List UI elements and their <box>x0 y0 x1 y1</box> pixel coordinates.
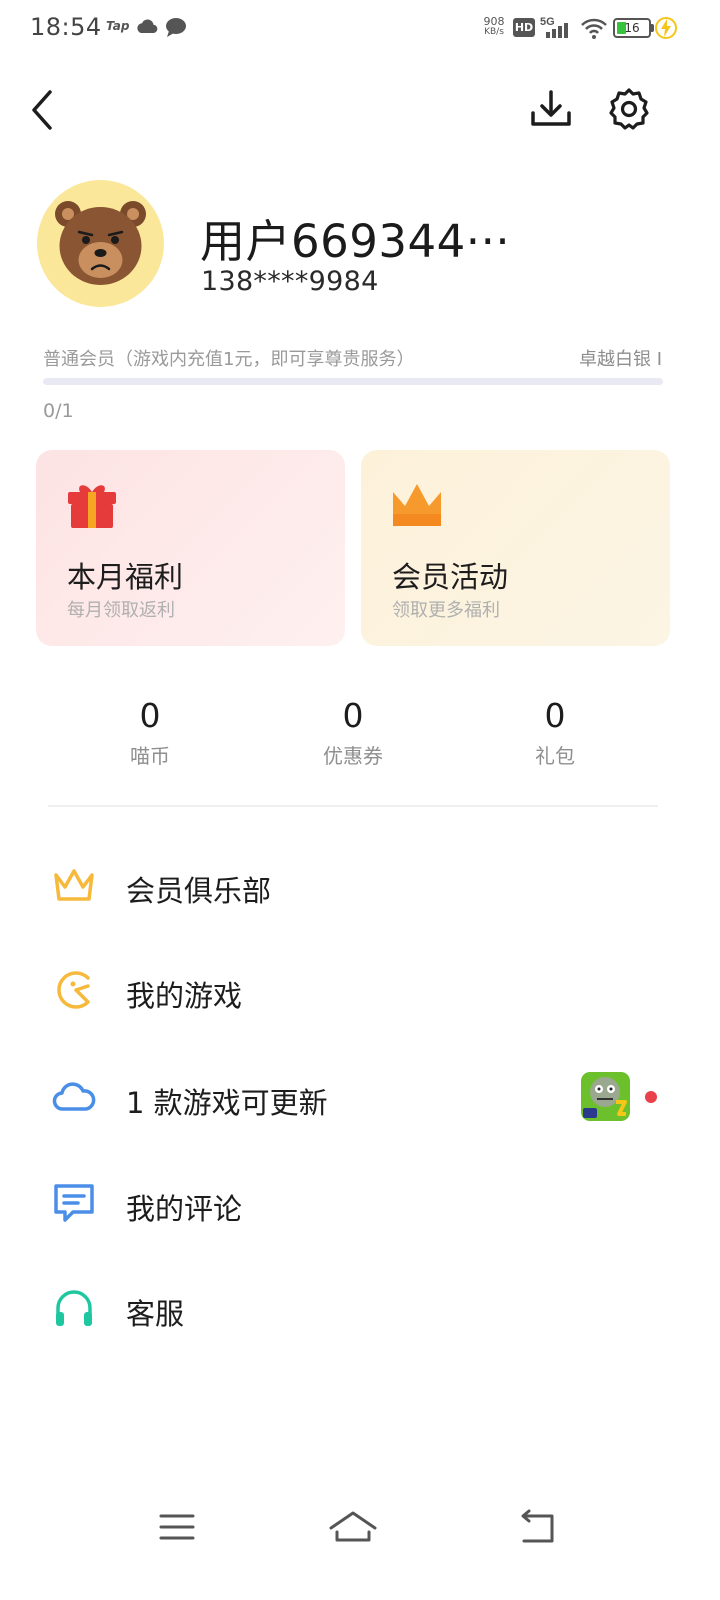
membership-progress-bar <box>43 378 663 385</box>
activity-card-subtitle: 领取更多福利 <box>392 600 500 621</box>
next-level-label: 卓越白银 I <box>578 349 662 370</box>
bear-avatar-icon <box>55 201 146 285</box>
game-update-thumbnail <box>581 1072 630 1121</box>
member-activity-card[interactable]: 会员活动 领取更多福利 <box>361 450 670 646</box>
message-notification-icon <box>166 18 186 37</box>
download-button[interactable] <box>528 86 574 132</box>
wifi-icon <box>581 18 607 39</box>
signal-icon: 5G <box>540 16 568 38</box>
cloud-icon <box>52 1082 96 1111</box>
nav-home-button[interactable] <box>326 1503 380 1551</box>
tap-icon: Tap <box>106 19 130 33</box>
comment-icon <box>54 1184 94 1222</box>
back-button[interactable] <box>22 86 62 134</box>
crown-icon <box>393 484 441 526</box>
avatar[interactable] <box>37 180 164 307</box>
menu-item-my-comments[interactable]: 我的评论 <box>0 1163 720 1243</box>
stat-label: 喵币 <box>130 744 170 768</box>
nav-back-button[interactable] <box>512 1503 566 1551</box>
stat-value: 0 <box>544 696 566 735</box>
nav-menu-button[interactable] <box>150 1503 204 1551</box>
status-time: 18:54 <box>30 13 102 41</box>
network-speed-value: 908 <box>483 15 505 28</box>
stat-label: 礼包 <box>535 744 575 768</box>
menu-label: 1 款游戏可更新 <box>126 1086 328 1120</box>
crown-outline-icon <box>54 869 94 901</box>
menu-label: 我的评论 <box>126 1192 243 1226</box>
network-speed: 908 KB/s <box>480 16 508 38</box>
menu-item-my-games[interactable]: 我的游戏 <box>0 950 720 1030</box>
zombie-game-icon <box>581 1072 630 1121</box>
menu-label: 会员俱乐部 <box>126 874 272 908</box>
update-badge-dot <box>645 1091 657 1103</box>
headphones-icon <box>56 1290 92 1326</box>
menu-label: 我的游戏 <box>126 979 243 1013</box>
network-type-label: 5G <box>540 16 555 28</box>
welfare-card-subtitle: 每月领取返利 <box>67 600 175 621</box>
stat-value: 0 <box>342 696 364 735</box>
gift-icon <box>68 485 116 528</box>
stat-label: 优惠券 <box>323 744 383 768</box>
status-bar: 18:54 Tap 908 KB/s HD 5G 16 <box>0 0 720 56</box>
welfare-card-title: 本月福利 <box>67 560 184 594</box>
menu-item-game-updates[interactable]: 1 款游戏可更新 <box>0 1057 720 1137</box>
battery-level: 16 <box>624 21 640 35</box>
settings-button[interactable] <box>606 86 652 132</box>
username[interactable]: 用户669344··· <box>200 205 510 270</box>
activity-card-title: 会员活动 <box>392 560 509 594</box>
menu-label: 客服 <box>126 1297 185 1331</box>
menu-item-customer-service[interactable]: 客服 <box>0 1268 720 1348</box>
membership-progress-text: 0/1 <box>43 400 74 422</box>
cloud-notification-icon <box>137 19 158 34</box>
network-speed-unit: KB/s <box>484 27 504 37</box>
stat-coupons[interactable]: 0 优惠券 <box>278 698 428 769</box>
divider <box>48 805 658 807</box>
menu-item-member-club[interactable]: 会员俱乐部 <box>0 845 720 925</box>
monthly-welfare-card[interactable]: 本月福利 每月领取返利 <box>36 450 345 646</box>
stat-coins[interactable]: 0 喵币 <box>75 698 225 769</box>
phone-number: 138****9984 <box>201 266 379 297</box>
member-level-text: 普通会员（游戏内充值1元，即可享尊贵服务） <box>43 349 415 370</box>
charging-icon <box>655 17 677 39</box>
battery-icon: 16 <box>613 18 651 38</box>
stat-gift-packs[interactable]: 0 礼包 <box>480 698 630 769</box>
pacman-icon <box>57 971 90 1009</box>
hd-badge: HD <box>513 18 535 37</box>
stat-value: 0 <box>139 696 161 735</box>
